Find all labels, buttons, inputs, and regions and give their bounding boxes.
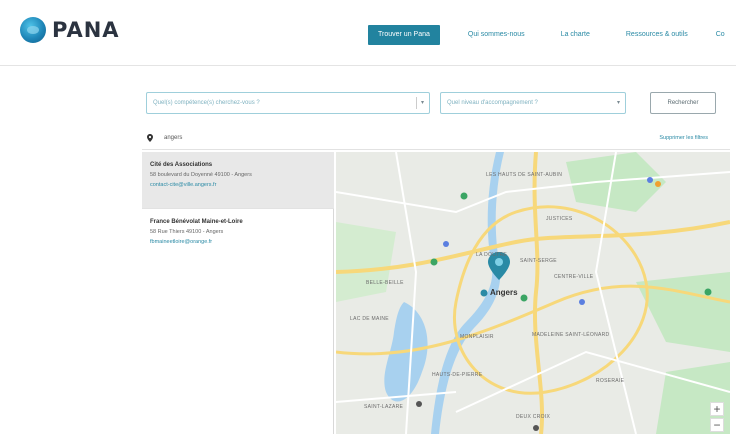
location-input[interactable]: angers: [164, 135, 182, 141]
zoom-out-button[interactable]: −: [710, 418, 724, 432]
map-label: LAC DE MAINE: [350, 316, 389, 322]
nav-ressources[interactable]: Ressources & outils: [626, 25, 688, 45]
logo-text: PANA: [52, 18, 120, 42]
poi-park-icon[interactable]: [460, 192, 468, 200]
location-marker-icon[interactable]: [480, 289, 488, 297]
map-label: MONPLAISIR: [460, 334, 494, 340]
map-view[interactable]: LES HAUTS DE SAINT-AUBIN LA DOUTRE BELLE…: [336, 152, 730, 434]
level-placeholder: Quel niveau d'accompagnement ?: [447, 100, 538, 106]
map-label: BELLE-BEILLE: [366, 280, 404, 286]
result-address: 58 boulevard du Doyenné 49100 - Angers: [150, 172, 252, 178]
result-email-link[interactable]: contact-cite@ville.angers.fr: [150, 182, 326, 188]
logo-globe-icon: [20, 17, 46, 43]
map-label: LA DOUTRE: [476, 252, 508, 258]
nav-qui-sommes-nous[interactable]: Qui sommes-nous: [468, 25, 525, 45]
poi-icon[interactable]: [443, 241, 449, 247]
map-label: SAINT-LAZARE: [364, 404, 404, 410]
result-name: Cité des Associations: [150, 162, 213, 168]
pana-logo[interactable]: PANA: [20, 17, 120, 43]
location-bar: angers Supprimer les filtres: [142, 128, 730, 150]
city-label-angers: Angers: [490, 288, 518, 297]
site-header: PANA Trouver un Pana Qui sommes-nous La …: [0, 0, 736, 66]
main-nav: Trouver un Pana Qui sommes-nous La chart…: [368, 25, 725, 45]
map-label: HAUTS-DE-PIERRE: [432, 372, 483, 378]
nav-co[interactable]: Co: [716, 25, 725, 45]
results-list: Cité des Associations 58 boulevard du Do…: [142, 152, 334, 434]
search-button[interactable]: Rechercher: [650, 92, 716, 114]
poi-park-icon[interactable]: [704, 288, 712, 296]
select-separator: [416, 97, 417, 109]
skills-placeholder: Quel(s) compétence(s) cherchez-vous ?: [153, 100, 260, 106]
poi-icon[interactable]: [533, 425, 539, 431]
result-email-link[interactable]: fbmaineetloire@orange.fr: [150, 239, 326, 245]
result-address: 58 Rue Thiers 49100 - Angers: [150, 229, 224, 235]
map-label: LES HAUTS DE SAINT-AUBIN: [486, 172, 563, 178]
map-canvas: [336, 152, 730, 434]
level-select[interactable]: Quel niveau d'accompagnement ? ▾: [440, 92, 626, 114]
map-label: CENTRE-VILLE: [554, 274, 594, 280]
skills-select[interactable]: Quel(s) compétence(s) cherchez-vous ? ▾: [146, 92, 430, 114]
result-item-france-benevolat[interactable]: France Bénévolat Maine-et-Loire 58 Rue T…: [142, 208, 334, 262]
poi-icon[interactable]: [647, 177, 653, 183]
map-label: DEUX CROIX: [516, 414, 551, 420]
nav-trouver-un-pana[interactable]: Trouver un Pana: [368, 25, 440, 45]
poi-park-icon[interactable]: [430, 258, 438, 266]
poi-icon[interactable]: [579, 299, 585, 305]
road-major: [336, 220, 730, 274]
chevron-down-icon: ▾: [616, 100, 620, 106]
park-area: [336, 222, 396, 302]
location-pin-icon: [147, 134, 153, 142]
poi-park-icon[interactable]: [520, 294, 528, 302]
poi-food-icon[interactable]: [655, 181, 661, 187]
map-label: JUSTICES: [546, 216, 573, 222]
result-name: France Bénévolat Maine-et-Loire: [150, 219, 243, 225]
search-filters: Quel(s) compétence(s) cherchez-vous ? ▾ …: [142, 92, 730, 122]
map-label: SAINT-SERGE: [520, 258, 557, 264]
poi-icon[interactable]: [416, 401, 422, 407]
chevron-down-icon: ▾: [420, 100, 424, 106]
map-label: ROSERAIE: [596, 378, 625, 384]
park-area: [636, 272, 730, 352]
marker-dot: [495, 258, 503, 266]
map-label: MADELEINE SAINT-LÉONARD: [532, 332, 610, 338]
zoom-in-button[interactable]: +: [710, 402, 724, 416]
clear-filters-link[interactable]: Supprimer les filtres: [659, 135, 708, 141]
result-item-cite-des-associations[interactable]: Cité des Associations 58 boulevard du Do…: [142, 152, 334, 208]
nav-la-charte[interactable]: La charte: [561, 25, 590, 45]
